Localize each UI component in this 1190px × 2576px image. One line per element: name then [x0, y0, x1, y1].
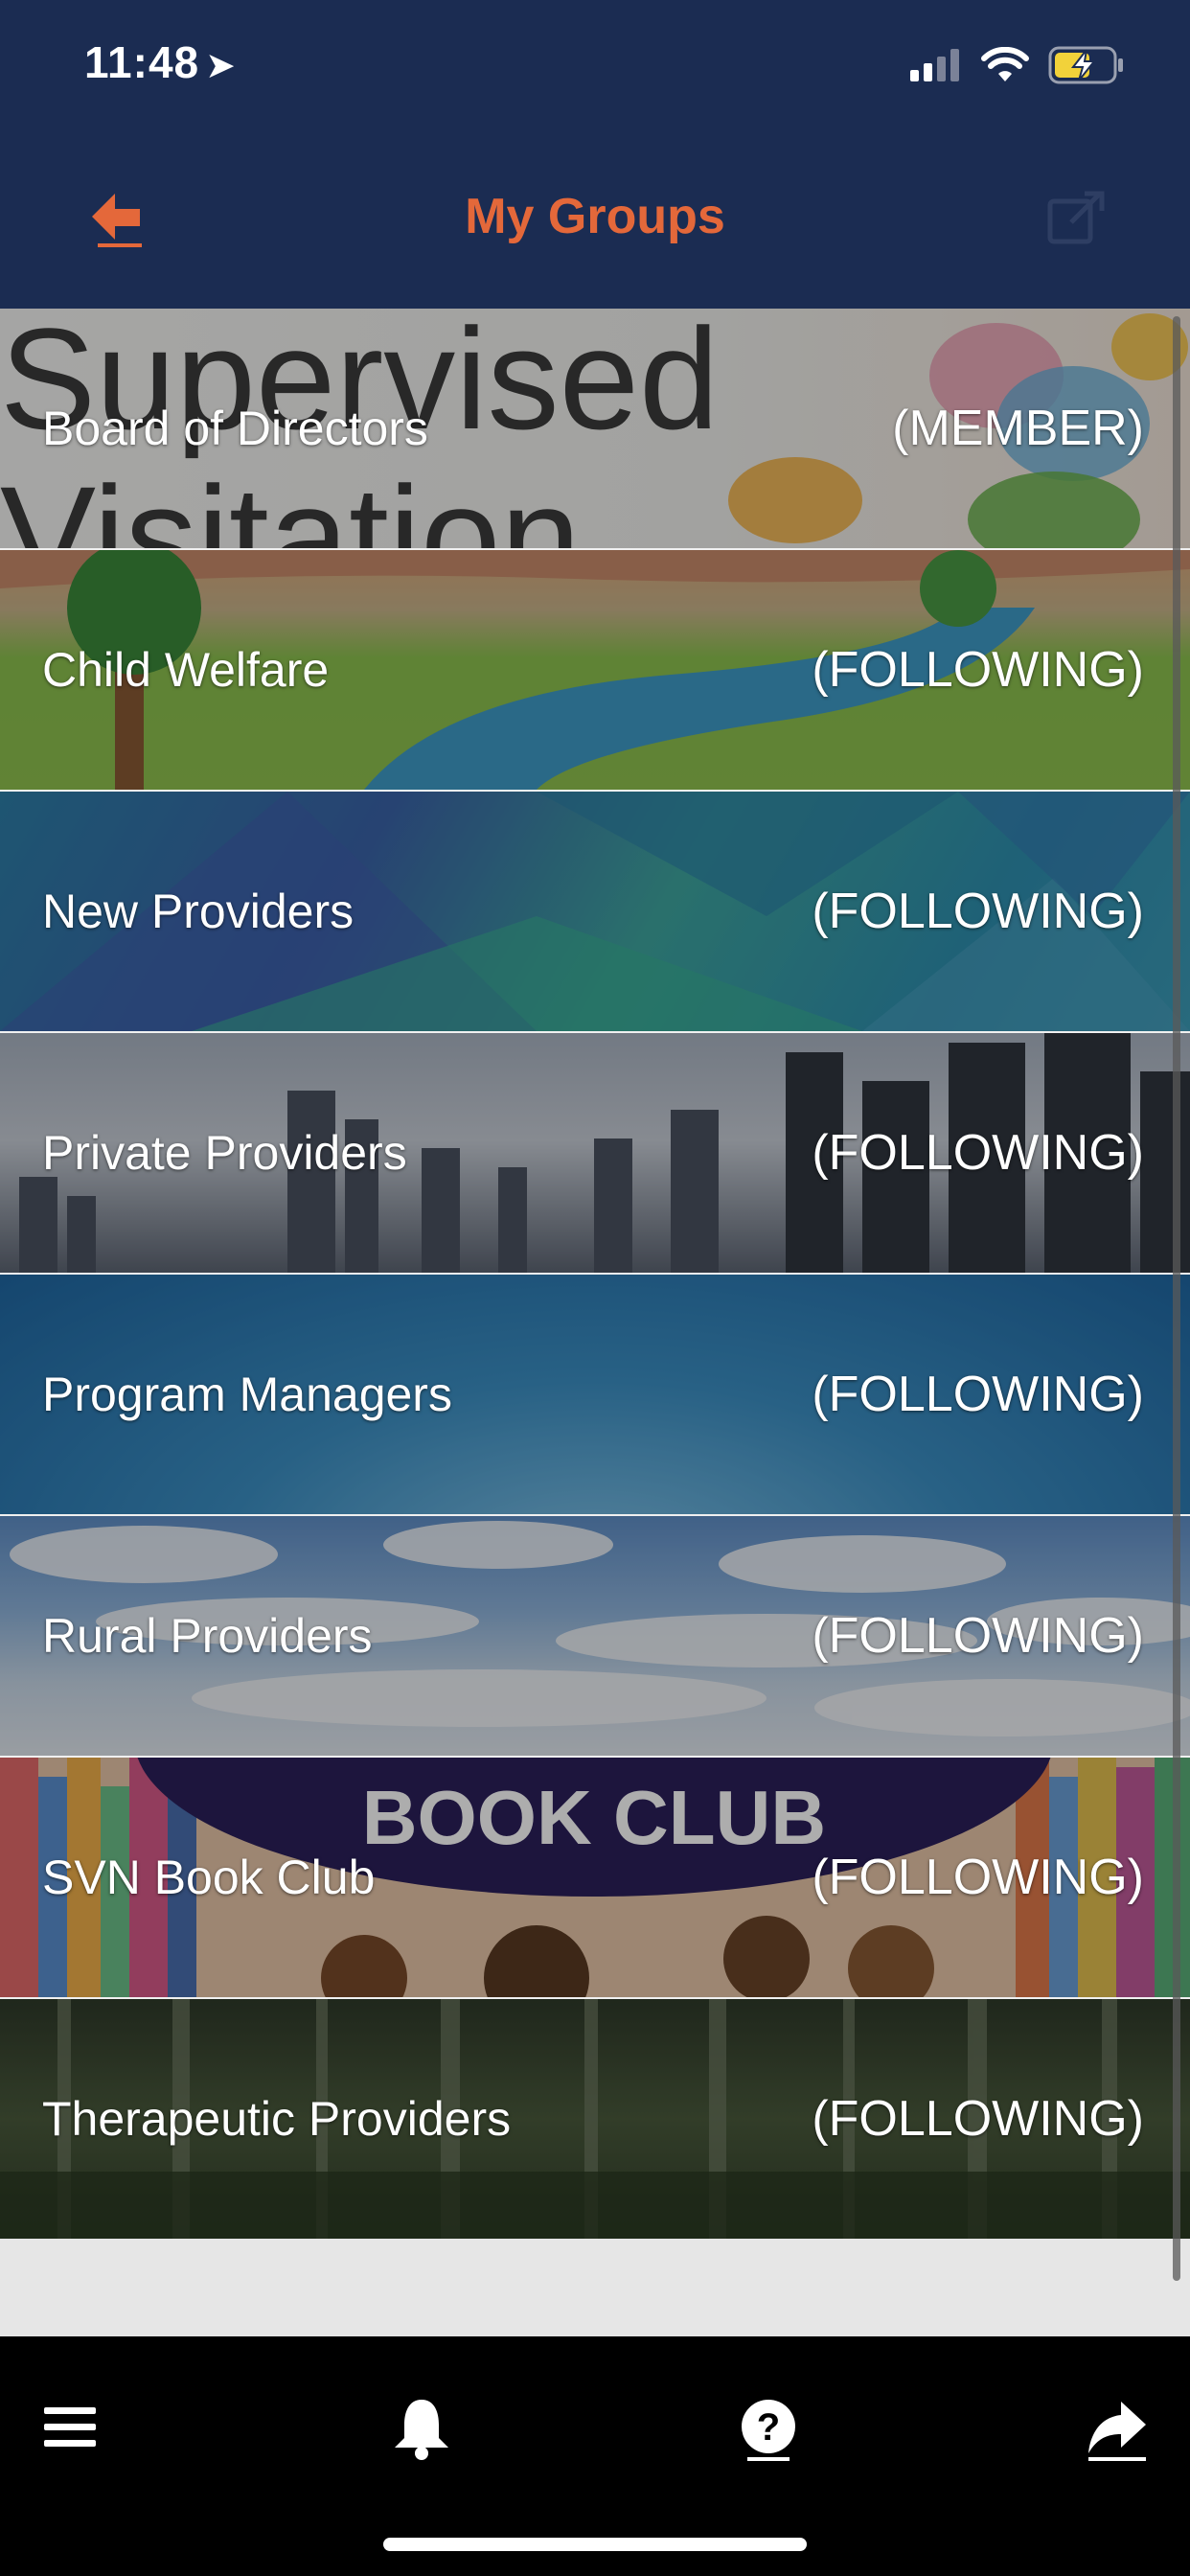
- notifications-tab[interactable]: [387, 2394, 456, 2463]
- wifi-icon: [981, 47, 1029, 81]
- group-status: (FOLLOWING): [812, 1367, 1144, 1422]
- scrollbar[interactable]: [1173, 316, 1180, 2281]
- header: 11:48 ➤ My Groups: [0, 0, 1190, 309]
- bell-icon: [395, 2400, 448, 2460]
- group-row-svn-book-club[interactable]: BOOK CLUB SVN Book Club (FOLLOWING): [0, 1758, 1190, 1999]
- status-time-text: 11:48: [84, 37, 200, 87]
- group-name: Therapeutic Providers: [42, 2092, 512, 2146]
- share-button[interactable]: [1046, 188, 1108, 245]
- group-name: Rural Providers: [42, 1609, 373, 1663]
- home-indicator[interactable]: [383, 2538, 807, 2551]
- help-tab[interactable]: ?: [734, 2394, 803, 2463]
- group-status: (FOLLOWING): [812, 1850, 1144, 1905]
- group-status: (FOLLOWING): [812, 884, 1144, 939]
- group-row-private-providers[interactable]: Private Providers (FOLLOWING): [0, 1033, 1190, 1275]
- page-title: My Groups: [465, 189, 725, 244]
- group-status: (FOLLOWING): [812, 642, 1144, 698]
- group-status: (FOLLOWING): [812, 1125, 1144, 1181]
- group-name: New Providers: [42, 885, 355, 938]
- menu-icon: [44, 2407, 96, 2447]
- status-indicators: [910, 42, 1125, 88]
- forward-icon: [1088, 2402, 1146, 2461]
- group-row-new-providers[interactable]: New Providers (FOLLOWING): [0, 792, 1190, 1033]
- group-status: (FOLLOWING): [812, 2091, 1144, 2147]
- battery-charging-icon: [1048, 46, 1123, 84]
- group-name: SVN Book Club: [42, 1851, 376, 1904]
- share-icon: [1047, 191, 1105, 244]
- group-name: Child Welfare: [42, 643, 330, 697]
- group-status: (FOLLOWING): [812, 1608, 1144, 1664]
- signal-icon: [910, 49, 959, 81]
- group-name: Program Managers: [42, 1368, 452, 1421]
- share-tab[interactable]: [1083, 2394, 1152, 2463]
- group-row-program-managers[interactable]: Program Managers (FOLLOWING): [0, 1275, 1190, 1516]
- group-status: (MEMBER): [892, 401, 1144, 456]
- help-icon: ?: [742, 2400, 795, 2461]
- group-list: Supervised Visitation Board of Directors…: [0, 309, 1190, 2239]
- group-row-child-welfare[interactable]: Child Welfare (FOLLOWING): [0, 550, 1190, 792]
- status-time: 11:48 ➤: [84, 36, 237, 88]
- menu-tab[interactable]: [38, 2394, 107, 2463]
- svg-text:?: ?: [757, 2406, 780, 2449]
- location-icon: ➤: [205, 46, 237, 86]
- group-row-therapeutic-providers[interactable]: Therapeutic Providers (FOLLOWING): [0, 1999, 1190, 2239]
- group-row-board-of-directors[interactable]: Supervised Visitation Board of Directors…: [0, 309, 1190, 550]
- group-name: Private Providers: [42, 1126, 407, 1180]
- group-row-rural-providers[interactable]: Rural Providers (FOLLOWING): [0, 1516, 1190, 1758]
- group-name: Board of Directors: [42, 402, 428, 455]
